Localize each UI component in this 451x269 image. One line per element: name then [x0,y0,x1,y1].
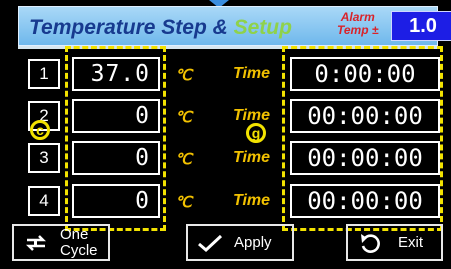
cycle-line2: Cycle [60,241,98,259]
repeat-icon [25,234,47,251]
alarm-temp-value[interactable]: 1.0 [391,11,451,41]
apply-button[interactable]: Apply [186,224,294,261]
temp-column-highlight [65,46,166,231]
alarm-temp-label: Alarm Temp ± [337,11,378,37]
page-title: Temperature Step & Setup [29,16,292,40]
alarm-label-line2: Temp ± [337,23,379,37]
exit-button[interactable]: Exit [346,224,443,261]
one-cycle-button[interactable]: One Cycle [12,224,110,261]
time-label-3: Time [233,149,271,166]
celsius-unit-2: ℃ [175,109,192,126]
apply-label: Apply [234,234,272,251]
one-cycle-label: One Cycle [60,225,98,259]
celsius-unit-3: ℃ [175,151,192,168]
time-column-highlight [282,46,443,231]
celsius-unit-1: ℃ [175,67,192,84]
marker-c: c [30,120,50,140]
time-label-1: Time [233,65,271,82]
cycle-line1: One [60,225,89,243]
celsius-unit-4: ℃ [175,194,192,211]
return-arrow-icon [361,233,380,253]
checkmark-icon [198,234,223,252]
time-label-2: Time [233,107,271,124]
marker-g: g [246,123,266,143]
title-main: Temperature Step & [29,16,234,39]
time-label-4: Time [233,192,271,209]
title-accent: Setup [233,16,292,39]
step-number-1: 1 [28,59,60,89]
step-number-4: 4 [28,186,60,216]
step-number-3: 3 [28,143,60,173]
exit-label: Exit [398,234,424,251]
header-bar: Temperature Step & Setup Alarm Temp ± 1.… [18,6,451,46]
